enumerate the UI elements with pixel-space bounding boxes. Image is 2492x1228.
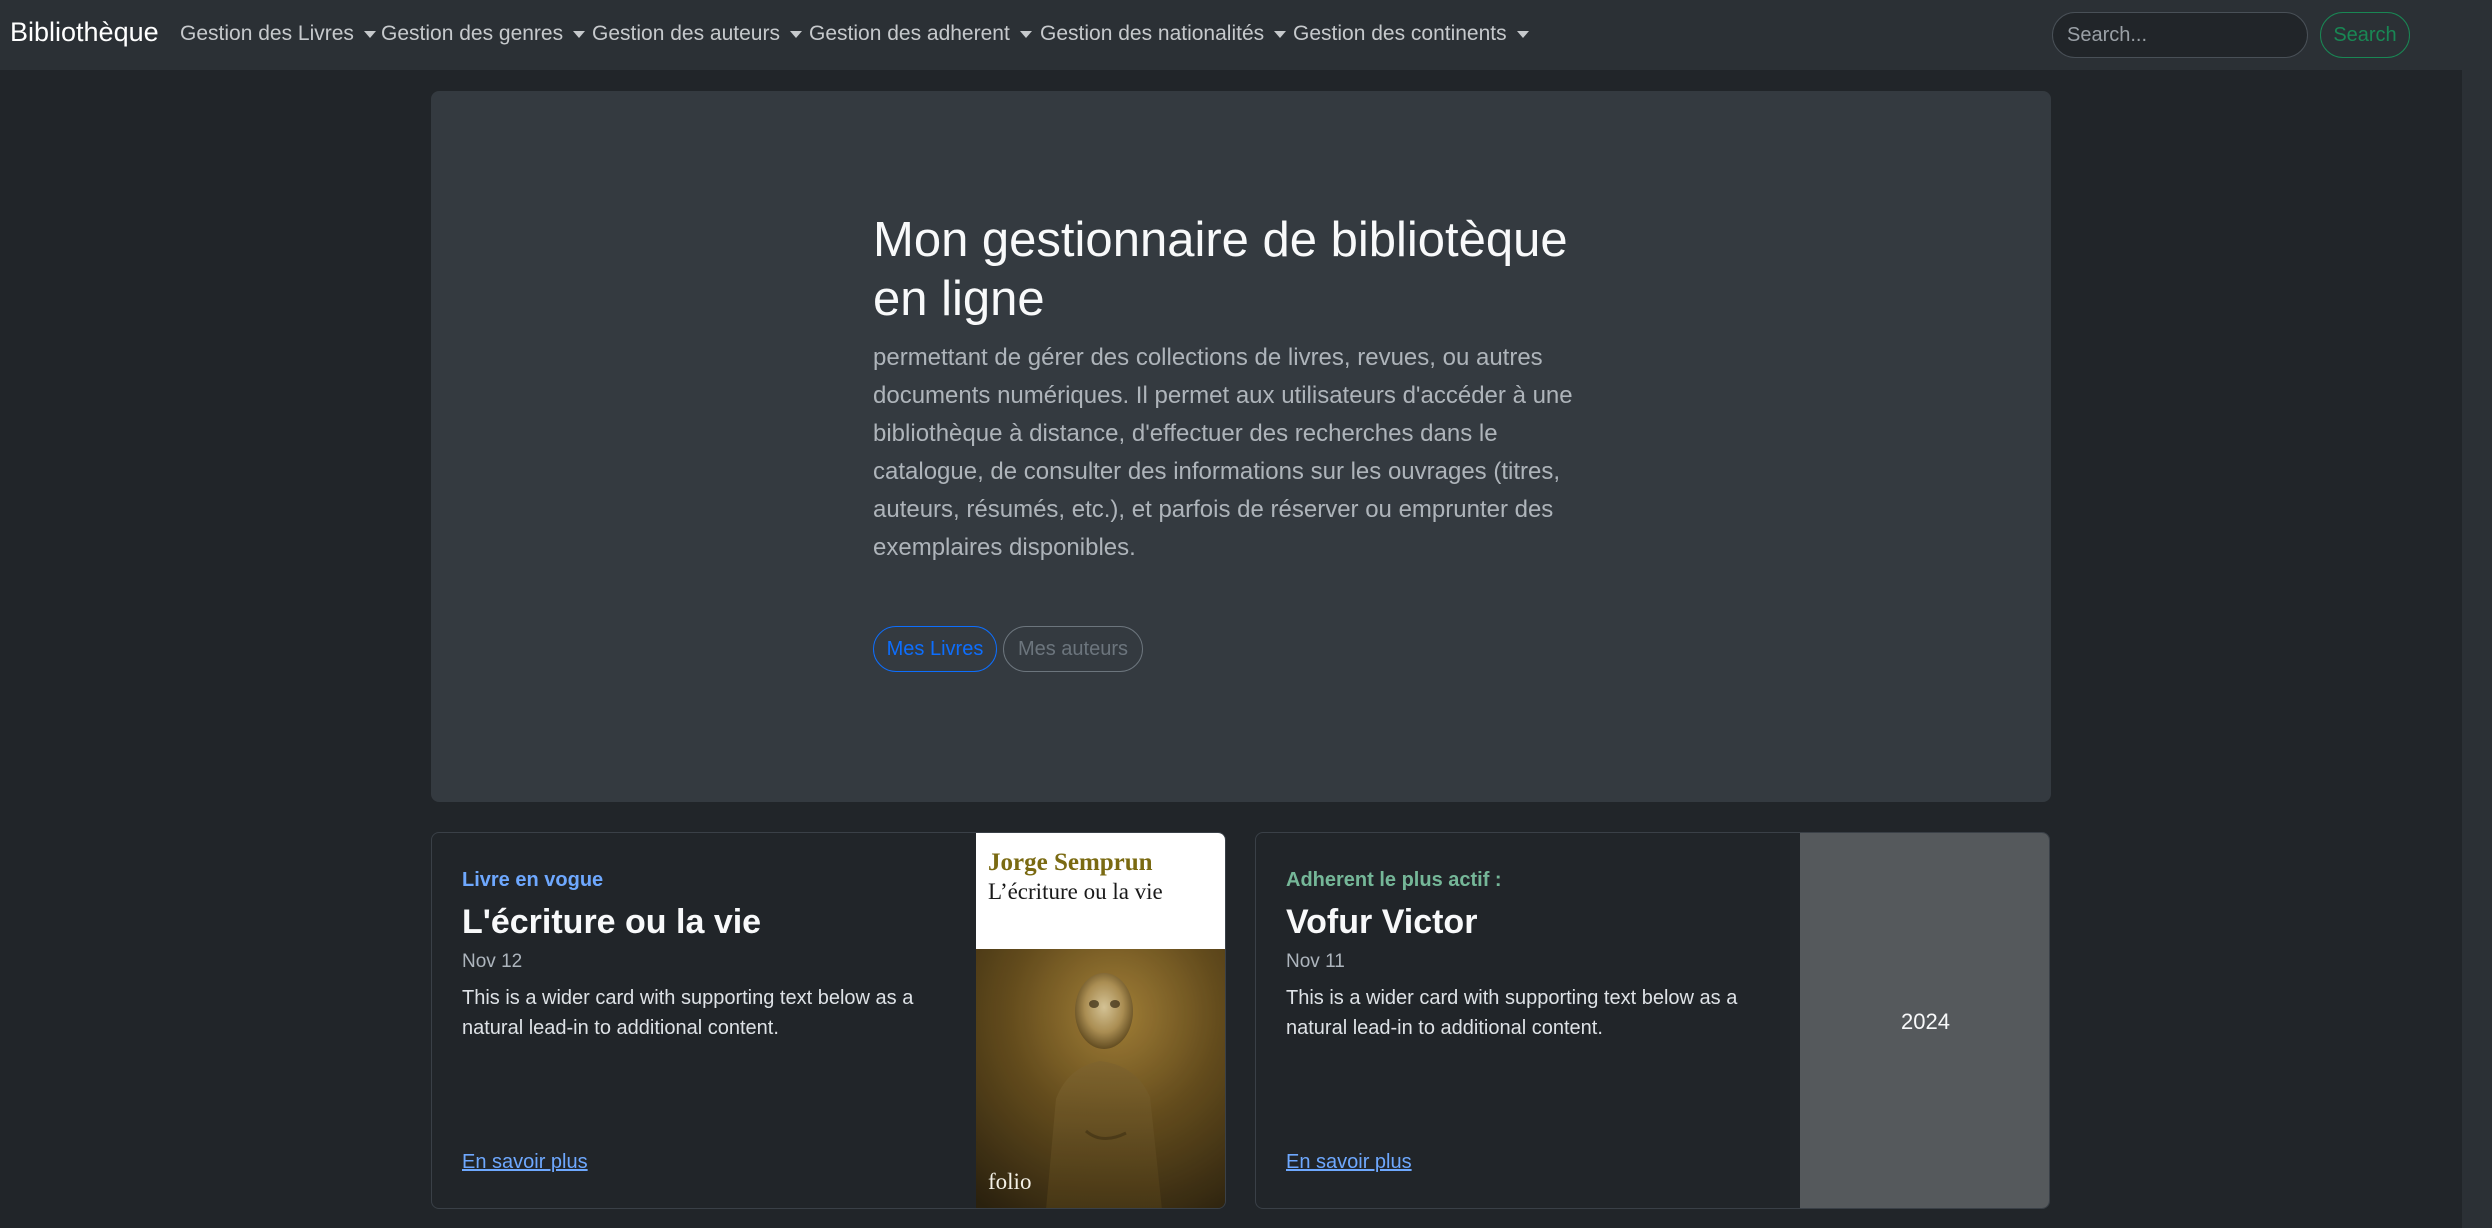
nav-menu-adherent[interactable]: Gestion des adherent: [809, 22, 1032, 46]
nav-menu-label: Gestion des continents: [1293, 22, 1507, 45]
chevron-down-icon: [1516, 30, 1529, 38]
card-kicker: Adherent le plus actif :: [1286, 869, 1502, 891]
card-title: L'écriture ou la vie: [462, 903, 762, 941]
card-kicker: Livre en vogue: [462, 869, 604, 891]
brand-link[interactable]: Bibliothèque: [10, 17, 159, 48]
card-title: Vofur Victor: [1286, 903, 1478, 941]
card-date: Nov 11: [1286, 951, 1345, 972]
featured-book-card: Livre en vogue L'écriture ou la vie Nov …: [431, 832, 1226, 1209]
en-savoir-plus-link[interactable]: En savoir plus: [1286, 1151, 1412, 1174]
chevron-down-icon: [1274, 30, 1287, 38]
mes-auteurs-button[interactable]: Mes auteurs: [1003, 626, 1143, 672]
search-button[interactable]: Search: [2320, 12, 2410, 58]
nav-menu-label: Gestion des Livres: [180, 22, 354, 45]
nav-menu-genres[interactable]: Gestion des genres: [381, 22, 586, 46]
top-member-card: Adherent le plus actif : Vofur Victor No…: [1255, 832, 2050, 1209]
chevron-down-icon: [1019, 30, 1032, 38]
search-input[interactable]: [2052, 12, 2308, 58]
cover-title: L’écriture ou la vie: [988, 879, 1163, 904]
card-body: Livre en vogue L'écriture ou la vie Nov …: [462, 833, 952, 1208]
card-text: This is a wider card with supporting tex…: [462, 987, 914, 1039]
scrollbar-track[interactable]: [2462, 0, 2492, 1228]
book-cover-image: Jorge Semprun L’écriture ou la vie folio: [976, 833, 1225, 1208]
chevron-down-icon: [573, 30, 586, 38]
card-date: Nov 12: [462, 951, 523, 972]
nav-menu-label: Gestion des genres: [381, 22, 564, 45]
year-label: 2024: [1901, 1008, 1950, 1034]
year-placeholder-image: 2024: [1800, 833, 2049, 1208]
nav-menu-livres[interactable]: Gestion des Livres: [180, 22, 376, 46]
cover-author: Jorge Semprun: [988, 849, 1153, 876]
chevron-down-icon: [363, 30, 376, 38]
navbar: Bibliothèque Gestion des Livres Gestion …: [0, 0, 2492, 70]
en-savoir-plus-link[interactable]: En savoir plus: [462, 1151, 588, 1174]
card-body: Adherent le plus actif : Vofur Victor No…: [1286, 833, 1776, 1208]
nav-menu-nationalites[interactable]: Gestion des nationalités: [1040, 22, 1287, 46]
hero-title: Mon gestionnaire de bibliotèque en ligne: [873, 213, 1568, 326]
nav-menu-label: Gestion des adherent: [809, 22, 1010, 45]
cover-publisher: folio: [988, 1169, 1032, 1194]
hero-section: Mon gestionnaire de bibliotèque en ligne…: [431, 91, 2051, 802]
mes-livres-button[interactable]: Mes Livres: [873, 626, 997, 672]
nav-menu-label: Gestion des auteurs: [592, 22, 780, 45]
nav-menu-continents[interactable]: Gestion des continents: [1293, 22, 1529, 46]
hero-description: permettant de gérer des collections de l…: [873, 344, 1573, 561]
chevron-down-icon: [789, 30, 802, 38]
nav-menu-label: Gestion des nationalités: [1040, 22, 1265, 45]
cover-header: Jorge Semprun L’écriture ou la vie: [976, 833, 1225, 949]
nav-menu-auteurs[interactable]: Gestion des auteurs: [592, 22, 802, 46]
card-text: This is a wider card with supporting tex…: [1286, 987, 1738, 1039]
